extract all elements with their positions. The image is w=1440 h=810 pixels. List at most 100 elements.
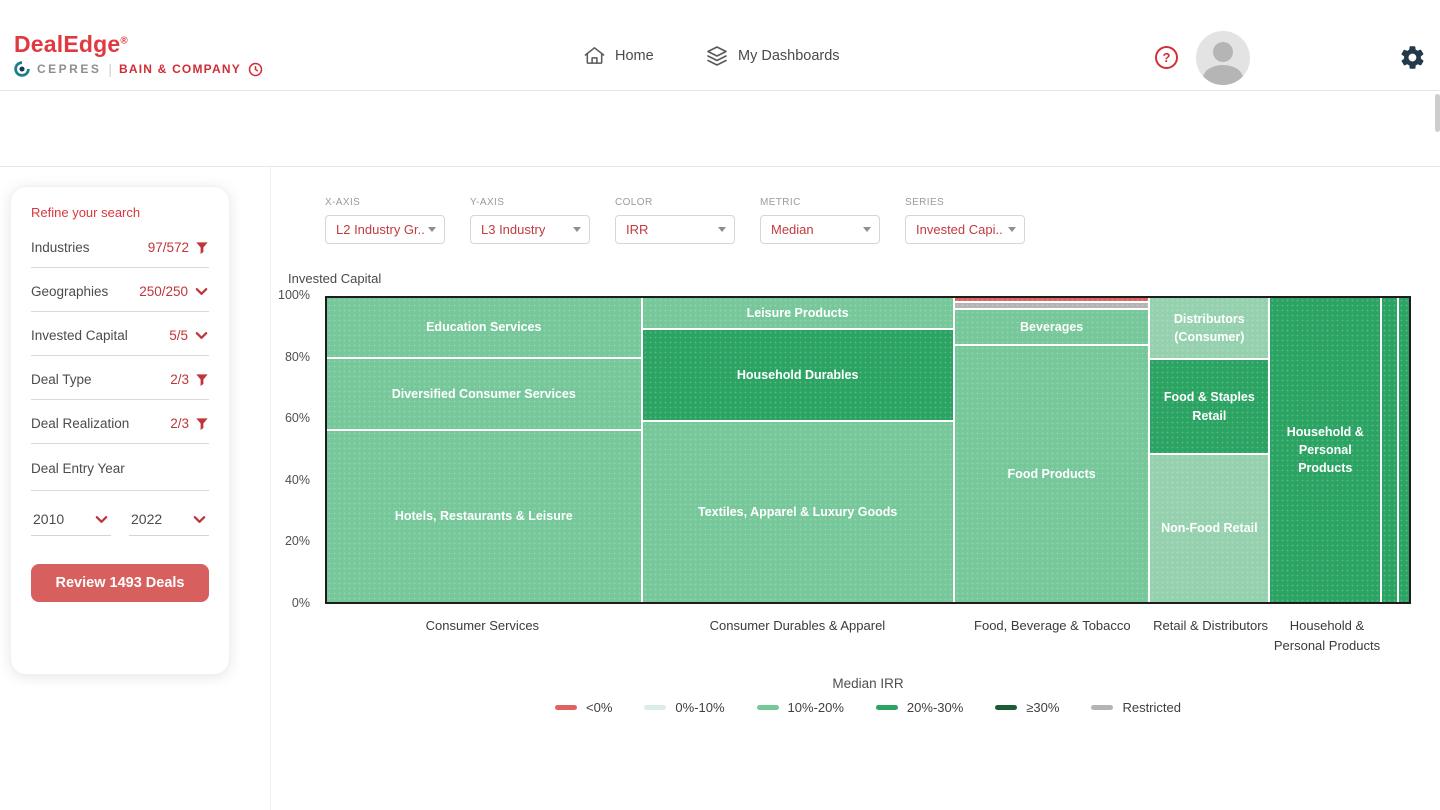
- scrollbar-thumb[interactable]: [1435, 94, 1440, 132]
- legend-item-restricted: Restricted: [1091, 700, 1181, 715]
- mekko-segment-food-products[interactable]: Food Products: [955, 346, 1149, 602]
- mekko-segment-diversified-consumer-services[interactable]: Diversified Consumer Services: [327, 359, 641, 430]
- legend-item-10-20: 10%-20%: [757, 700, 844, 715]
- help-glyph: ?: [1163, 50, 1171, 65]
- y-axis-tick: 80%: [250, 350, 310, 364]
- legend-label: ≥30%: [1026, 700, 1059, 715]
- filter-row-invested-capital[interactable]: Invested Capital 5/5: [31, 312, 209, 356]
- chart-legend: Median IRR <0%0%-10%10%-20%20%-30%≥30%Re…: [325, 676, 1411, 715]
- page: DealEdge® CEPRES | BAIN & COMPANY Home: [0, 0, 1440, 810]
- control-select-y-axis[interactable]: L3 Industry: [470, 215, 590, 244]
- x-axis-label: Food, Beverage & Tobacco: [955, 616, 1149, 655]
- control-label: Y-AXIS: [470, 197, 590, 208]
- y-axis-tick: 0%: [250, 596, 310, 610]
- x-axis-label: Consumer Services: [325, 616, 640, 655]
- mekko-segment-education-services[interactable]: Education Services: [327, 298, 641, 357]
- legend-swatch: [555, 705, 577, 710]
- x-axis-label: Household & Personal Products: [1272, 616, 1383, 655]
- deal-entry-year-range: 2010 2022: [31, 507, 209, 536]
- legend-label: 0%-10%: [675, 700, 724, 715]
- x-axis-label: [1401, 616, 1411, 655]
- y-axis-tick: 40%: [250, 473, 310, 487]
- control-x-axis: X-AXISL2 Industry Gr...: [325, 197, 445, 244]
- nav-my-dashboards[interactable]: My Dashboards: [705, 44, 840, 68]
- nav-home[interactable]: Home: [583, 44, 654, 67]
- nav-dashboards-label: My Dashboards: [738, 48, 840, 64]
- mekko-segment-unlabeled[interactable]: [955, 303, 1149, 308]
- legend-label: 20%-30%: [907, 700, 963, 715]
- mekko-column-consumer-durables-apparel: Leisure Products Household DurablesTextil…: [643, 298, 953, 602]
- filter-value: 2/3: [170, 372, 189, 387]
- mekko-segment-unlabeled[interactable]: [1399, 298, 1409, 602]
- mekko-segment-leisure-products[interactable]: Leisure Products: [643, 298, 953, 328]
- mekko-column-retail-distributors: Distributors (Consumer) Food & Staples Re…: [1150, 298, 1268, 602]
- legend-items: <0% 0%-10% 10%-20% 20%-30% ≥30% Restricted: [555, 700, 1181, 715]
- filter-value: 250/250: [139, 284, 188, 299]
- chevron-icon: [194, 284, 209, 299]
- gear-icon[interactable]: [1399, 44, 1426, 71]
- mekko-segment-label: Hotels, Restaurants & Leisure: [389, 507, 579, 525]
- filter-list: Industries97/572Geographies250/250Invest…: [31, 224, 209, 444]
- year-to-select[interactable]: 2022: [129, 507, 209, 536]
- mekko-segment-household-durables[interactable]: Household Durables: [643, 330, 953, 420]
- control-select-series[interactable]: Invested Capi...: [905, 215, 1025, 244]
- mekko-segment-hotels-restaurants-leisure[interactable]: Hotels, Restaurants & Leisure: [327, 431, 641, 602]
- control-select-x-axis[interactable]: L2 Industry Gr...: [325, 215, 445, 244]
- legend-swatch: [644, 705, 666, 710]
- funnel-icon: [195, 241, 209, 255]
- filter-label: Invested Capital: [31, 328, 128, 343]
- filter-row-industries[interactable]: Industries97/572: [31, 224, 209, 268]
- control-value: Median: [771, 222, 814, 237]
- panel-title: Refine your search: [31, 205, 209, 220]
- filter-row-deal-realization[interactable]: Deal Realization 2/3: [31, 400, 209, 444]
- filter-right: 2/3: [170, 372, 209, 387]
- x-axis-label: Retail & Distributors: [1152, 616, 1270, 655]
- logo-title: DealEdge®: [14, 33, 263, 56]
- mekko-segment-beverages[interactable]: Beverages: [955, 310, 1149, 344]
- legend-label: <0%: [586, 700, 612, 715]
- filter-value: 5/5: [169, 328, 188, 343]
- legend-item-30: ≥30%: [995, 700, 1059, 715]
- control-select-color[interactable]: IRR: [615, 215, 735, 244]
- control-select-metric[interactable]: Median: [760, 215, 880, 244]
- mekko-segment-distributors-consumer[interactable]: Distributors (Consumer): [1150, 298, 1268, 358]
- avatar[interactable]: [1196, 31, 1250, 85]
- control-value: Invested Capi...: [916, 222, 1004, 237]
- filter-value: 2/3: [170, 416, 189, 431]
- bain-label: BAIN & COMPANY: [119, 62, 241, 76]
- year-from-select[interactable]: 2010: [31, 507, 111, 536]
- mekko-column-unlabeled: [1399, 298, 1409, 602]
- mekko-segment-unlabeled[interactable]: [1382, 298, 1397, 602]
- mekko-segment-unlabeled[interactable]: [955, 298, 1149, 301]
- year-to-value: 2022: [131, 511, 162, 527]
- funnel-icon: [195, 417, 209, 431]
- mekko-segment-non-food-retail[interactable]: Non-Food Retail: [1150, 455, 1268, 602]
- legend-swatch: [876, 705, 898, 710]
- mekko-segment-food-staples-retail[interactable]: Food & Staples Retail: [1150, 360, 1268, 453]
- filter-row-deal-type[interactable]: Deal Type2/3: [31, 356, 209, 400]
- x-axis-labels: Consumer ServicesConsumer Durables & App…: [325, 616, 1411, 655]
- legend-item-0-10: 0%-10%: [644, 700, 724, 715]
- avatar-body-icon: [1203, 65, 1243, 85]
- filter-row-deal-entry-year[interactable]: Deal Entry Year: [31, 444, 209, 491]
- help-icon[interactable]: ?: [1155, 46, 1178, 69]
- review-deals-button[interactable]: Review 1493 Deals: [31, 564, 209, 602]
- mekko-segment-textiles-apparel-luxury-goods[interactable]: Textiles, Apparel & Luxury Goods: [643, 422, 953, 602]
- filter-row-geographies[interactable]: Geographies250/250: [31, 268, 209, 312]
- mekko-segment-label: Leisure Products: [741, 304, 855, 322]
- filter-label: Deal Realization: [31, 416, 129, 431]
- mekko-segment-label: Food & Staples Retail: [1150, 388, 1268, 424]
- chevron-down-icon: [1008, 227, 1016, 232]
- logo-subline: CEPRES | BAIN & COMPANY: [14, 61, 263, 77]
- app-logo[interactable]: DealEdge® CEPRES | BAIN & COMPANY: [14, 33, 263, 77]
- chevron-down-icon: [94, 512, 109, 527]
- nav-home-label: Home: [615, 48, 654, 64]
- filter-right: 250/250: [139, 284, 209, 299]
- mekko-segment-household-personal-products[interactable]: Household & Personal Products: [1270, 298, 1380, 602]
- chevron-down-icon: [718, 227, 726, 232]
- bain-clock-icon: [248, 62, 263, 77]
- mekko-column-consumer-services: Education ServicesDiversified Consumer S…: [327, 298, 641, 602]
- mekko-segment-label: Distributors (Consumer): [1150, 310, 1268, 346]
- filter-label: Industries: [31, 240, 90, 255]
- control-value: L3 Industry: [481, 222, 545, 237]
